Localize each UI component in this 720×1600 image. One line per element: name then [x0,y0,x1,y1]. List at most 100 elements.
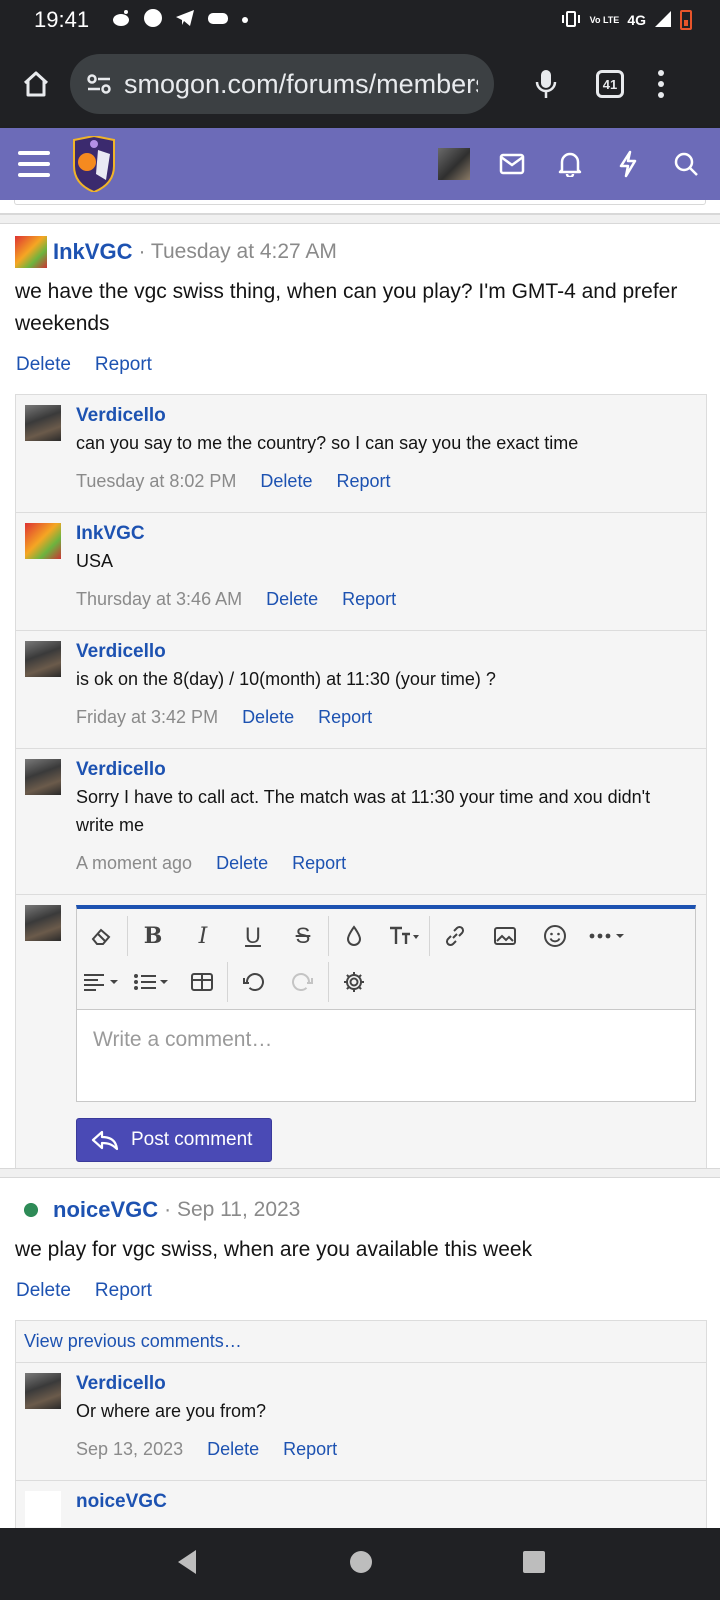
editor-settings-button[interactable] [329,962,379,1002]
comment-author[interactable]: Verdicello [76,1373,690,1395]
comment-time[interactable]: A moment ago [76,853,192,874]
home-circle-icon [349,1550,372,1573]
network-label: 4G [627,12,646,28]
alerts-button[interactable] [554,148,586,180]
comment-author[interactable]: Verdicello [76,405,690,427]
avatar[interactable] [15,236,47,268]
align-left-icon [84,974,118,991]
smogon-logo[interactable] [70,136,118,192]
post-author[interactable]: noiceVGC [53,1197,158,1223]
report-link[interactable]: Report [318,707,372,728]
delete-link[interactable]: Delete [242,707,294,728]
report-link[interactable]: Report [336,471,390,492]
report-link[interactable]: Report [95,354,152,376]
delete-link[interactable]: Delete [207,1439,259,1460]
align-button[interactable] [77,962,127,1002]
more-options-button[interactable] [580,916,636,956]
system-icons: Vo LTE 4G [560,10,692,31]
delete-link[interactable]: Delete [216,853,268,874]
browser-menu-button[interactable] [658,70,664,98]
tab-switcher-button[interactable]: 41 [596,70,624,98]
url-text: smogon.com/forums/members [124,68,478,99]
delete-link[interactable]: Delete [266,589,318,610]
avatar[interactable] [25,905,61,941]
address-bar[interactable]: smogon.com/forums/members [70,54,494,114]
comment-time[interactable]: Sep 13, 2023 [76,1439,183,1460]
undo-button[interactable] [228,962,278,1002]
delete-link[interactable]: Delete [16,354,71,376]
comment-input[interactable]: Write a comment… [77,1009,695,1101]
avatar[interactable] [25,1373,61,1409]
bold-button[interactable]: B [128,916,178,956]
strikethrough-button[interactable]: S [278,916,328,956]
post-body: we play for vgc swiss, when are you avai… [15,1238,533,1261]
avatar[interactable] [25,1491,61,1527]
comment-time[interactable]: Thursday at 3:46 AM [76,589,242,610]
comment-composer: B I U S Write a comment… Post comment [16,895,706,1172]
battery-icon [680,10,692,30]
insert-smilie-button[interactable] [530,916,580,956]
delete-link[interactable]: Delete [260,471,312,492]
avatar[interactable] [25,759,61,795]
font-size-button[interactable] [379,916,429,956]
redo-button[interactable] [278,962,328,1002]
text-color-button[interactable] [329,916,379,956]
comment-author[interactable]: Verdicello [76,759,690,781]
whats-new-button[interactable] [612,148,644,180]
comment-time[interactable]: Tuesday at 8:02 PM [76,471,236,492]
browser-toolbar: smogon.com/forums/members 41 [0,40,720,128]
report-link[interactable]: Report [283,1439,337,1460]
font-size-icon [390,926,419,944]
comment-time[interactable]: Friday at 3:42 PM [76,707,218,728]
reddit-icon [111,9,131,32]
insert-table-button[interactable] [177,962,227,1002]
view-previous-comments-link[interactable]: View previous comments… [16,1321,706,1363]
profile-posts: InkVGC · Tuesday at 4:27 AM we have the … [0,200,720,1528]
avatar[interactable] [25,523,61,559]
list-icon [134,974,168,990]
vibrate-icon [560,10,582,31]
avatar[interactable] [25,405,61,441]
image-icon [494,927,516,945]
post-date[interactable]: · Tuesday at 4:27 AM [138,240,336,264]
report-link[interactable]: Report [292,853,346,874]
comment-author[interactable]: Verdicello [76,641,690,663]
recents-button[interactable] [522,1550,546,1579]
underline-button[interactable]: U [228,916,278,956]
site-settings-icon[interactable] [86,73,112,95]
delete-link[interactable]: Delete [16,1280,71,1302]
comment-body: Or where are you from? [76,1401,267,1421]
more-icon [589,933,624,939]
post-date[interactable]: · Sep 11, 2023 [164,1198,300,1222]
circle-icon [143,8,163,33]
comment: InkVGC USA Thursday at 3:46 AM Delete Re… [16,513,706,631]
droplet-icon [346,925,362,946]
insert-image-button[interactable] [480,916,530,956]
voice-search-button[interactable] [526,64,566,104]
report-link[interactable]: Report [95,1280,152,1302]
comment-author[interactable]: InkVGC [76,523,690,545]
report-link[interactable]: Report [342,589,396,610]
account-avatar[interactable] [438,148,470,180]
back-button[interactable] [174,1548,200,1581]
dot-icon [241,11,249,29]
home-button[interactable] [16,64,56,104]
comment: Verdicello is ok on the 8(day) / 10(mont… [16,631,706,749]
list-button[interactable] [127,962,177,1002]
inbox-button[interactable] [496,148,528,180]
avatar[interactable] [25,641,61,677]
home-nav-button[interactable] [349,1550,373,1579]
avatar[interactable] [15,1194,47,1226]
gear-icon [344,972,364,992]
eraser-icon [91,928,111,945]
menu-button[interactable] [18,151,50,177]
post-author[interactable]: InkVGC [53,239,132,265]
signal-icon [654,10,672,31]
italic-button[interactable]: I [178,916,228,956]
search-button[interactable] [670,148,702,180]
comment-author[interactable]: noiceVGC [76,1491,690,1513]
post-comment-button[interactable]: Post comment [76,1118,272,1162]
clear-formatting-button[interactable] [77,916,127,956]
system-navigation-bar [0,1528,720,1600]
insert-link-button[interactable] [430,916,480,956]
